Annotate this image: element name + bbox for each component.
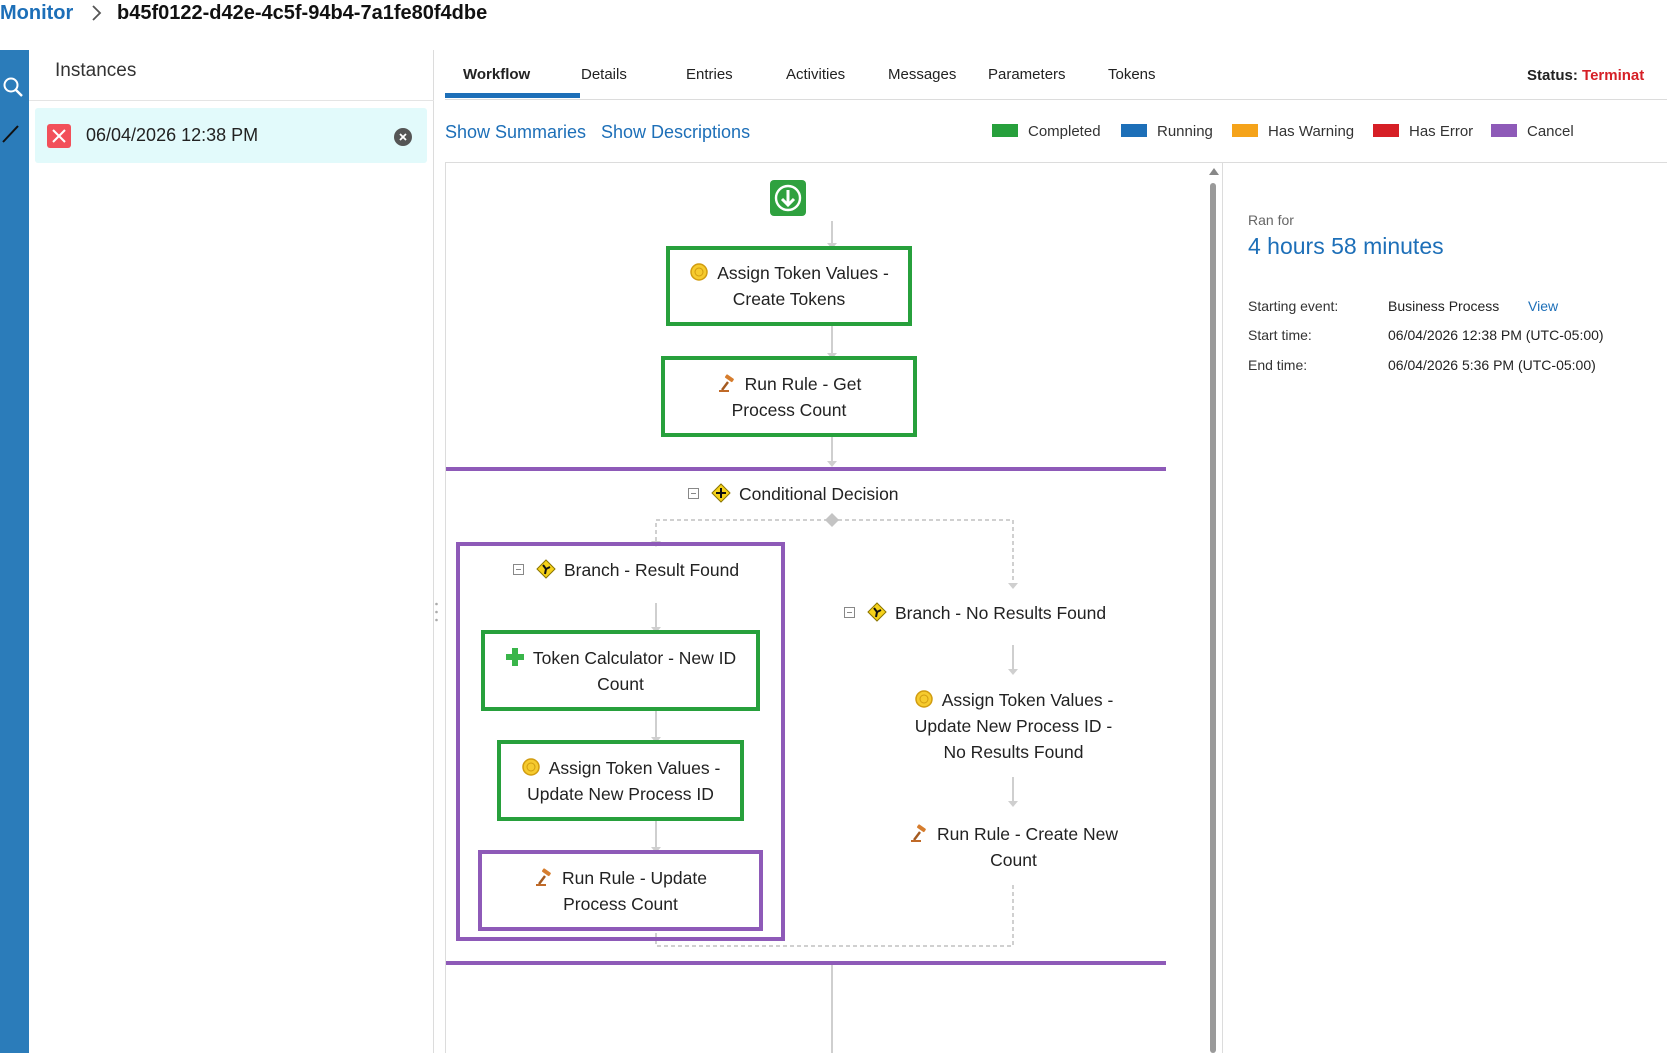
node-label: Token Calculator - New ID Count: [532, 647, 737, 694]
details-panel: Ran for 4 hours 58 minutes Starting even…: [1223, 163, 1667, 1053]
tab-details[interactable]: Details: [581, 66, 627, 83]
legend-completed: Completed: [992, 123, 1101, 143]
branch-no-results-header[interactable]: Branch - No Results Found: [844, 602, 1106, 624]
legend-swatch: [1232, 124, 1258, 138]
start-download-icon[interactable]: [770, 180, 806, 216]
legend-swatch: [992, 124, 1018, 138]
token-coin-icon: [914, 690, 933, 708]
instances-title: Instances: [55, 60, 137, 81]
check-icon[interactable]: [2, 122, 26, 146]
search-icon[interactable]: [2, 76, 26, 100]
show-summaries-link[interactable]: Show Summaries: [445, 122, 586, 143]
error-x-icon: [47, 124, 71, 148]
breadcrumb: Monitor b45f0122-d42e-4c5f-94b4-7a1fe80f…: [0, 0, 1667, 46]
legend-has-error: Has Error: [1373, 123, 1473, 143]
legend-label: Cancel: [1527, 123, 1574, 140]
scroll-up-arrow-icon[interactable]: [1209, 168, 1219, 175]
workflow-node-assign-no-results[interactable]: Assign Token Values - Update New Process…: [871, 678, 1156, 774]
collapse-toggle-icon[interactable]: [688, 488, 699, 499]
left-rail: [0, 50, 29, 1053]
workflow-toolbar: Show Summaries Show Descriptions Complet…: [445, 100, 1667, 163]
node-label: Assign Token Values - Create Tokens: [717, 263, 889, 309]
branch-diamond-icon: [867, 602, 887, 622]
active-tab-indicator: [445, 93, 580, 98]
group-label: Conditional Decision: [739, 484, 899, 504]
legend-swatch: [1373, 124, 1399, 138]
workflow-node-run-rule-get-count[interactable]: Run Rule - Get Process Count: [661, 356, 917, 437]
decision-diamond-icon: [711, 483, 731, 503]
status-indicator: Status: Terminat: [1527, 67, 1644, 84]
legend-label: Completed: [1028, 123, 1101, 140]
legend-cancel: Cancel: [1491, 123, 1574, 143]
divider: [29, 100, 434, 101]
tab-messages[interactable]: Messages: [888, 66, 956, 83]
close-icon[interactable]: [394, 128, 412, 146]
status-value: Terminat: [1582, 67, 1645, 84]
legend-has-warning: Has Warning: [1232, 123, 1354, 143]
splitter-handle[interactable]: [434, 600, 439, 626]
node-label: Run Rule - Get Process Count: [731, 373, 862, 420]
group-label: Branch - Result Found: [564, 560, 740, 580]
workflow-node-run-rule-create-count[interactable]: Run Rule - Create New Count: [871, 809, 1156, 885]
workflow-canvas[interactable]: Assign Token Values - Create Tokens Run …: [445, 163, 1213, 1053]
view-starting-event-link[interactable]: View: [1528, 298, 1558, 314]
branch-result-found-header[interactable]: Branch - Result Found: [513, 559, 739, 581]
node-label: Assign Token Values - Update New Process…: [914, 690, 1114, 762]
tab-tokens[interactable]: Tokens: [1108, 66, 1156, 83]
end-time-label: End time:: [1248, 357, 1308, 373]
tab-workflow[interactable]: Workflow: [463, 66, 530, 83]
canvas-scrollbar[interactable]: [1209, 168, 1219, 1053]
token-coin-icon: [690, 263, 708, 281]
gavel-icon: [536, 867, 551, 886]
workflow-node-token-calculator[interactable]: Token Calculator - New ID Count: [481, 630, 760, 711]
legend-label: Has Warning: [1268, 123, 1355, 140]
chevron-right-icon: [90, 4, 104, 27]
starting-event-value: Business Process: [1388, 298, 1500, 314]
breadcrumb-monitor-link[interactable]: Monitor: [0, 2, 73, 25]
legend-running: Running: [1121, 123, 1213, 143]
conditional-decision-header[interactable]: Conditional Decision: [688, 483, 899, 505]
plus-calculator-icon: [505, 647, 524, 666]
ran-for-label: Ran for: [1248, 212, 1294, 228]
group-label: Branch - No Results Found: [895, 603, 1107, 623]
gavel-icon: [911, 824, 926, 842]
legend-swatch: [1121, 124, 1147, 138]
ran-for-value: 4 hours 58 minutes: [1248, 233, 1444, 259]
node-label: Run Rule - Update Process Count: [562, 867, 707, 914]
collapse-toggle-icon[interactable]: [513, 564, 524, 575]
instance-date: 06/04/2026 12:38 PM: [86, 125, 259, 145]
status-label: Status:: [1527, 67, 1578, 84]
breadcrumb-current: b45f0122-d42e-4c5f-94b4-7a1fe80f4dbe: [117, 2, 488, 24]
node-label: Run Rule - Create New Count: [937, 824, 1118, 870]
legend-label: Running: [1157, 123, 1213, 140]
start-time-label: Start time:: [1248, 327, 1312, 343]
starting-event-label: Starting event:: [1248, 298, 1339, 314]
instances-panel: Instances 06/04/2026 12:38 PM: [29, 50, 434, 1053]
token-coin-icon: [521, 757, 540, 776]
tab-bar: Workflow Details Entries Activities Mess…: [445, 50, 1667, 100]
tab-activities[interactable]: Activities: [786, 66, 845, 83]
workflow-node-assign-update-process-id[interactable]: Assign Token Values - Update New Process…: [497, 740, 744, 821]
legend-swatch: [1491, 124, 1517, 138]
collapse-toggle-icon[interactable]: [844, 607, 855, 618]
tab-parameters[interactable]: Parameters: [988, 66, 1066, 83]
instance-list-item[interactable]: 06/04/2026 12:38 PM: [35, 108, 427, 163]
gavel-icon: [718, 373, 734, 392]
legend-label: Has Error: [1409, 123, 1474, 140]
show-descriptions-link[interactable]: Show Descriptions: [601, 122, 750, 143]
tab-entries[interactable]: Entries: [686, 66, 733, 83]
workflow-node-assign-create-tokens[interactable]: Assign Token Values - Create Tokens: [666, 246, 912, 326]
scrollbar-thumb[interactable]: [1210, 183, 1216, 1053]
branch-diamond-icon: [536, 559, 556, 579]
start-time-value: 06/04/2026 12:38 PM (UTC-05:00): [1388, 327, 1604, 343]
end-time-value: 06/04/2026 5:36 PM (UTC-05:00): [1388, 357, 1596, 373]
node-label: Assign Token Values - Update New Process…: [527, 757, 721, 804]
workflow-node-run-rule-update-count[interactable]: Run Rule - Update Process Count: [478, 850, 763, 931]
